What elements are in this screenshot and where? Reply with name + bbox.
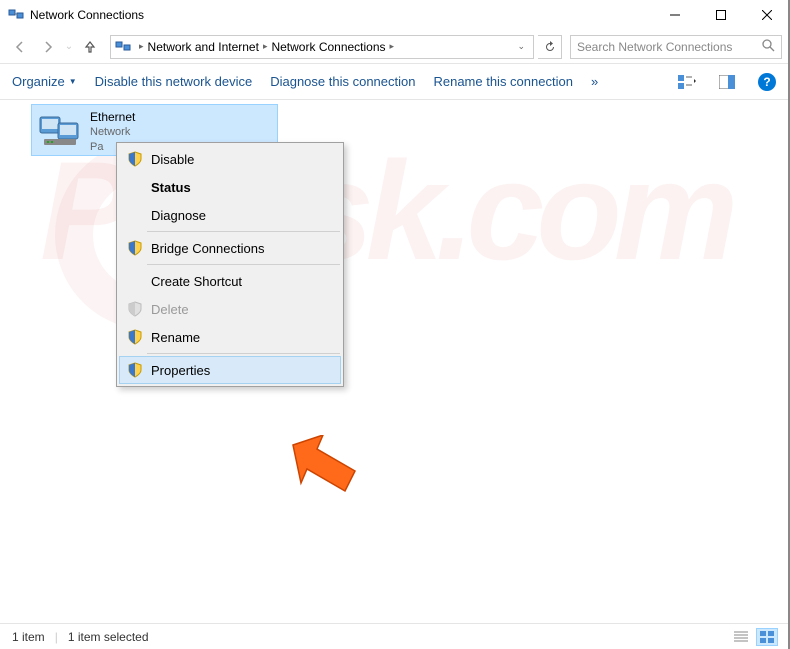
menu-item-properties[interactable]: Properties <box>119 356 341 384</box>
chevron-down-icon: ▼ <box>69 77 77 86</box>
icons-view-button[interactable] <box>756 628 778 646</box>
chevron-right-icon: ▸ <box>390 41 395 52</box>
shield-icon <box>127 329 143 345</box>
menu-item-diagnose[interactable]: Diagnose <box>119 201 341 229</box>
menu-item-delete: Delete <box>119 295 341 323</box>
adapter-name: Ethernet <box>90 109 135 125</box>
breadcrumb[interactable]: ▸ Network and Internet ▸ Network Connect… <box>110 35 534 59</box>
forward-button[interactable] <box>36 35 60 59</box>
diagnose-button[interactable]: Diagnose this connection <box>270 74 415 89</box>
search-placeholder: Search Network Connections <box>577 40 762 54</box>
menu-item-shortcut[interactable]: Create Shortcut <box>119 267 341 295</box>
annotation-arrow <box>283 435 363 510</box>
toolbar: Organize▼ Disable this network device Di… <box>0 64 790 100</box>
nav-bar: ⌄ ▸ Network and Internet ▸ Network Conne… <box>0 30 790 64</box>
content-area: Ethernet Network Pa Disable Status Diagn… <box>0 100 790 619</box>
shield-icon <box>127 151 143 167</box>
breadcrumb-dropdown-icon[interactable]: ⌄ <box>517 41 525 52</box>
shield-icon <box>127 301 143 317</box>
menu-item-disable[interactable]: Disable <box>119 145 341 173</box>
menu-separator <box>147 264 340 265</box>
titlebar: Network Connections <box>0 0 790 30</box>
disable-device-button[interactable]: Disable this network device <box>95 74 253 89</box>
menu-separator <box>147 231 340 232</box>
maximize-button[interactable] <box>698 0 744 30</box>
refresh-button[interactable] <box>538 35 562 59</box>
shield-icon <box>127 240 143 256</box>
preview-pane-button[interactable] <box>716 71 738 93</box>
app-icon <box>8 7 24 23</box>
menu-item-status[interactable]: Status <box>119 173 341 201</box>
rename-button[interactable]: Rename this connection <box>433 74 572 89</box>
item-count: 1 item <box>12 630 45 644</box>
window-title: Network Connections <box>30 8 652 22</box>
organize-button[interactable]: Organize▼ <box>12 74 77 89</box>
location-icon <box>115 39 131 55</box>
help-button[interactable]: ? <box>756 71 778 93</box>
selection-count: 1 item selected <box>68 630 149 644</box>
menu-separator <box>147 353 340 354</box>
adapter-status: Network <box>90 125 135 140</box>
shield-icon <box>127 362 143 378</box>
back-button[interactable] <box>8 35 32 59</box>
view-options-button[interactable] <box>676 71 698 93</box>
context-menu: Disable Status Diagnose Bridge Connectio… <box>116 142 344 387</box>
status-separator: | <box>55 630 58 644</box>
chevron-right-icon: ▸ <box>263 41 268 52</box>
search-icon <box>762 39 775 55</box>
details-view-button[interactable] <box>730 628 752 646</box>
close-button[interactable] <box>744 0 790 30</box>
more-commands[interactable]: » <box>591 74 598 89</box>
breadcrumb-item[interactable]: Network and Internet <box>148 40 259 54</box>
menu-item-rename[interactable]: Rename <box>119 323 341 351</box>
status-bar: 1 item | 1 item selected <box>0 623 790 649</box>
history-dropdown-icon[interactable]: ⌄ <box>64 41 74 52</box>
chevron-right-icon: ▸ <box>139 41 144 52</box>
up-button[interactable] <box>78 35 102 59</box>
search-input[interactable]: Search Network Connections <box>570 35 782 59</box>
ethernet-adapter-icon <box>38 111 82 149</box>
menu-item-bridge[interactable]: Bridge Connections <box>119 234 341 262</box>
minimize-button[interactable] <box>652 0 698 30</box>
breadcrumb-item[interactable]: Network Connections <box>271 40 385 54</box>
